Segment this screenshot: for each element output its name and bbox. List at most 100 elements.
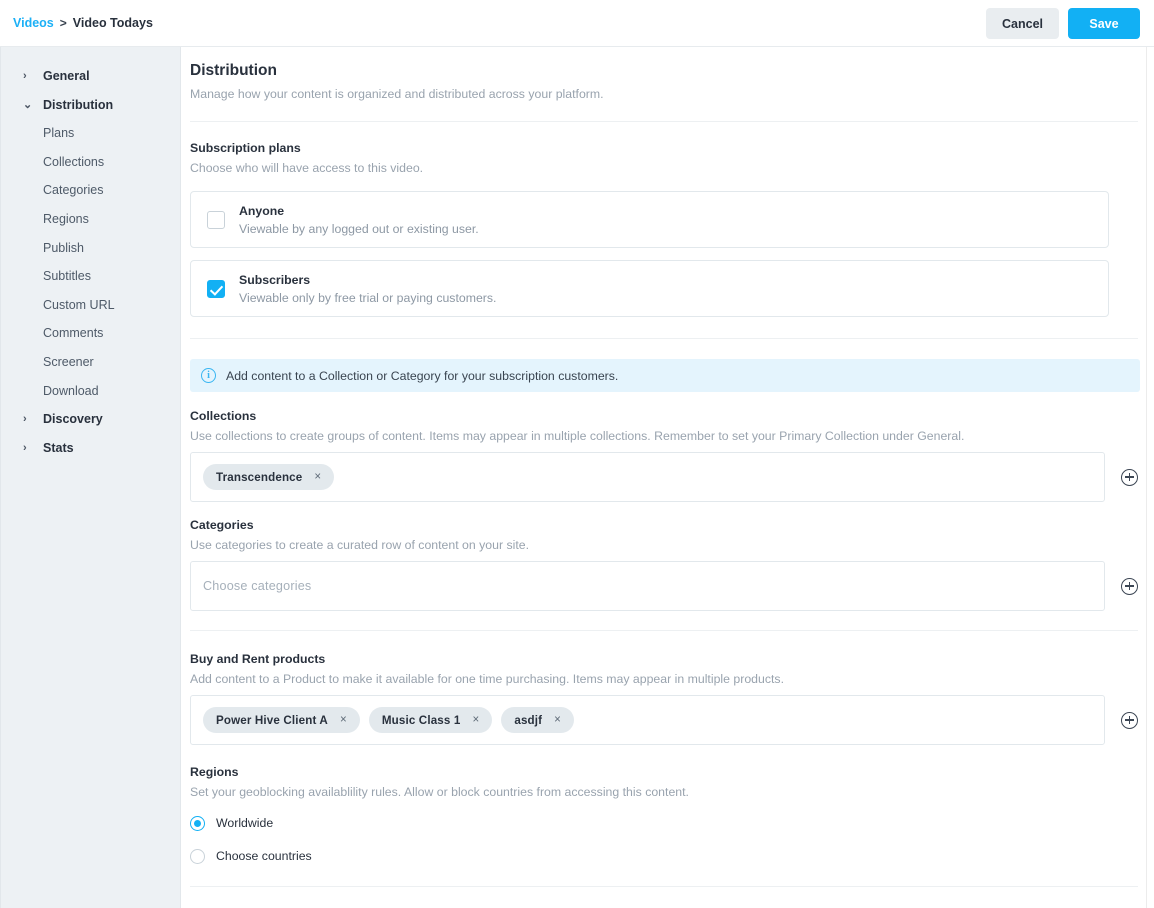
sidebar-item-stats[interactable]: › Stats: [1, 434, 180, 463]
chevron-right-icon: ›: [23, 413, 35, 425]
plan-option-label: Subscribers: [239, 273, 496, 287]
top-bar: Videos > Video Todays Cancel Save: [0, 0, 1154, 47]
sidebar-item-label: Stats: [43, 441, 74, 455]
save-button[interactable]: Save: [1068, 8, 1140, 39]
info-banner: i Add content to a Collection or Categor…: [190, 359, 1140, 392]
sidebar-item-label: Plans: [43, 126, 74, 140]
chip-label: asdjf: [514, 714, 542, 727]
chevron-down-icon: ⌄: [23, 98, 35, 111]
sidebar-item-label: Publish: [43, 241, 84, 255]
sidebar-item-screener[interactable]: Screener: [1, 348, 180, 377]
breadcrumb-separator: >: [60, 16, 67, 30]
chip-product[interactable]: Power Hive Client A ×: [203, 707, 360, 733]
close-icon[interactable]: ×: [554, 714, 561, 726]
info-circle-icon: i: [201, 368, 216, 383]
breadcrumb: Videos > Video Todays: [13, 16, 153, 30]
chip-label: Power Hive Client A: [216, 714, 328, 727]
section-subtitle: Add content to a Product to make it avai…: [190, 672, 1138, 686]
divider: [190, 886, 1138, 887]
sidebar-item-collections[interactable]: Collections: [1, 148, 180, 177]
region-option-worldwide[interactable]: Worldwide: [190, 812, 1138, 834]
collections-token-input[interactable]: Transcendence ×: [190, 452, 1105, 502]
section-title: Categories: [190, 518, 1138, 532]
plan-option-anyone[interactable]: Anyone Viewable by any logged out or exi…: [190, 191, 1109, 248]
region-option-label: Choose countries: [216, 849, 312, 863]
sidebar-item-subtitles[interactable]: Subtitles: [1, 262, 180, 291]
sidebar-item-discovery[interactable]: › Discovery: [1, 405, 180, 434]
section-subtitle: Set your geoblocking availablility rules…: [190, 785, 1138, 799]
sidebar-item-label: Custom URL: [43, 298, 115, 312]
sidebar-item-label: Discovery: [43, 412, 103, 426]
categories-token-input[interactable]: Choose categories: [190, 561, 1105, 611]
section-categories: Categories Use categories to create a cu…: [190, 518, 1138, 611]
close-icon[interactable]: ×: [340, 714, 347, 726]
sidebar-item-categories[interactable]: Categories: [1, 176, 180, 205]
products-token-input[interactable]: Power Hive Client A × Music Class 1 × as…: [190, 695, 1105, 745]
add-category-button[interactable]: [1121, 578, 1138, 595]
chip-product[interactable]: Music Class 1 ×: [369, 707, 493, 733]
vertical-scrollbar[interactable]: [1146, 47, 1154, 908]
sidebar-item-regions[interactable]: Regions: [1, 205, 180, 234]
divider: [190, 121, 1138, 122]
radio-choose-countries[interactable]: [190, 849, 205, 864]
chip-label: Music Class 1: [382, 714, 461, 727]
region-option-label: Worldwide: [216, 816, 273, 830]
chip-label: Transcendence: [216, 471, 302, 484]
plan-option-label: Anyone: [239, 204, 479, 218]
add-product-button[interactable]: [1121, 712, 1138, 729]
sidebar-item-label: Screener: [43, 355, 94, 369]
sidebar-item-comments[interactable]: Comments: [1, 319, 180, 348]
sidebar-item-download[interactable]: Download: [1, 376, 180, 405]
section-subtitle: Use collections to create groups of cont…: [190, 429, 1138, 443]
page-subtitle: Manage how your content is organized and…: [190, 87, 1138, 101]
close-icon[interactable]: ×: [472, 714, 479, 726]
sidebar-item-publish[interactable]: Publish: [1, 233, 180, 262]
top-bar-actions: Cancel Save: [986, 8, 1140, 39]
sidebar: › General ⌄ Distribution Plans Collectio…: [0, 47, 181, 908]
region-option-choose-countries[interactable]: Choose countries: [190, 845, 1138, 867]
chevron-right-icon: ›: [23, 442, 35, 454]
sidebar-item-general[interactable]: › General: [1, 61, 180, 90]
section-subscription-plans: Subscription plans Choose who will have …: [190, 141, 1138, 317]
sidebar-item-label: General: [43, 69, 90, 83]
divider: [190, 338, 1138, 339]
sidebar-item-distribution[interactable]: ⌄ Distribution: [1, 90, 180, 119]
cancel-button[interactable]: Cancel: [986, 8, 1059, 39]
sidebar-item-custom-url[interactable]: Custom URL: [1, 291, 180, 320]
section-buy-and-rent-products: Buy and Rent products Add content to a P…: [190, 652, 1138, 745]
sidebar-item-label: Subtitles: [43, 269, 91, 283]
checkbox-subscribers[interactable]: [207, 280, 225, 298]
sidebar-item-label: Categories: [43, 183, 103, 197]
sidebar-item-label: Collections: [43, 155, 104, 169]
section-title: Regions: [190, 765, 1138, 779]
breadcrumb-current: Video Todays: [73, 16, 153, 30]
categories-placeholder: Choose categories: [203, 579, 311, 593]
sidebar-item-plans[interactable]: Plans: [1, 119, 180, 148]
chip-collection[interactable]: Transcendence ×: [203, 464, 334, 490]
add-collection-button[interactable]: [1121, 469, 1138, 486]
divider: [190, 630, 1138, 631]
close-icon[interactable]: ×: [314, 471, 321, 483]
plan-option-description: Viewable by any logged out or existing u…: [239, 222, 479, 236]
sidebar-item-label: Regions: [43, 212, 89, 226]
sidebar-item-label: Distribution: [43, 98, 113, 112]
section-collections: Collections Use collections to create gr…: [190, 409, 1138, 502]
section-regions: Regions Set your geoblocking availablili…: [190, 765, 1138, 867]
section-title: Subscription plans: [190, 141, 1138, 155]
checkbox-anyone[interactable]: [207, 211, 225, 229]
section-subtitle: Choose who will have access to this vide…: [190, 161, 1138, 175]
chip-product[interactable]: asdjf ×: [501, 707, 574, 733]
sidebar-item-label: Comments: [43, 326, 103, 340]
sidebar-item-label: Download: [43, 384, 99, 398]
info-banner-text: Add content to a Collection or Category …: [226, 369, 618, 383]
plan-option-description: Viewable only by free trial or paying cu…: [239, 291, 496, 305]
page-title: Distribution: [190, 62, 1138, 80]
radio-worldwide[interactable]: [190, 816, 205, 831]
section-title: Buy and Rent products: [190, 652, 1138, 666]
chevron-right-icon: ›: [23, 70, 35, 82]
main-content: Distribution Manage how your content is …: [182, 47, 1146, 908]
section-subtitle: Use categories to create a curated row o…: [190, 538, 1138, 552]
breadcrumb-link-videos[interactable]: Videos: [13, 16, 54, 30]
plan-option-subscribers[interactable]: Subscribers Viewable only by free trial …: [190, 260, 1109, 317]
section-title: Collections: [190, 409, 1138, 423]
